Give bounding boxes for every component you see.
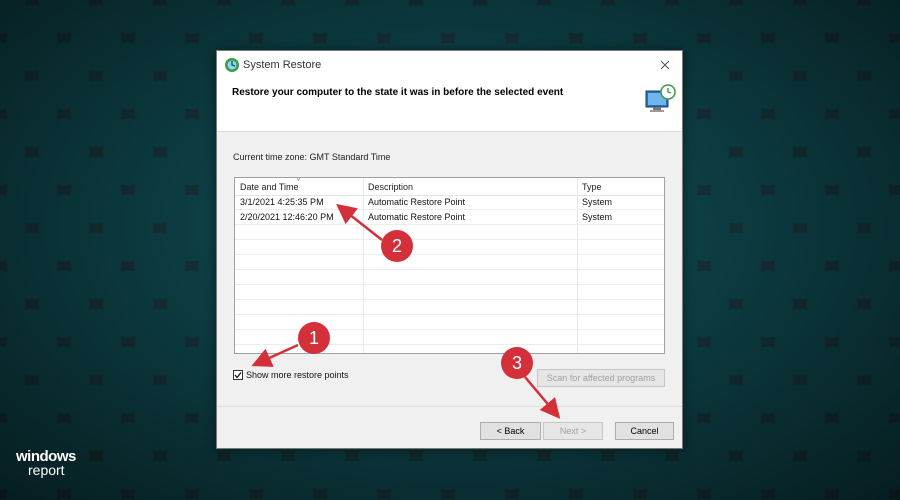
show-more-restore-points[interactable]: Show more restore points bbox=[233, 370, 349, 380]
column-header-type[interactable]: Type bbox=[582, 182, 602, 192]
wizard-footer: < Back Next > Cancel bbox=[217, 406, 682, 448]
close-icon bbox=[660, 60, 670, 70]
restore-points-list[interactable]: Date and Time ˅ Description Type 3/1/202… bbox=[234, 177, 665, 354]
row-description: Automatic Restore Point bbox=[368, 197, 466, 207]
empty-row bbox=[235, 330, 664, 345]
column-header-description[interactable]: Description bbox=[368, 182, 413, 192]
empty-row bbox=[235, 315, 664, 330]
row-description: Automatic Restore Point bbox=[368, 212, 466, 222]
scan-affected-programs-button[interactable]: Scan for affected programs bbox=[537, 369, 665, 387]
empty-row bbox=[235, 270, 664, 285]
back-button[interactable]: < Back bbox=[480, 422, 541, 440]
empty-row bbox=[235, 240, 664, 255]
show-more-label: Show more restore points bbox=[246, 370, 349, 380]
system-restore-window: System Restore Restore your computer to … bbox=[216, 50, 683, 449]
wizard-content: Current time zone: GMT Standard Time Dat… bbox=[217, 132, 682, 404]
system-restore-app-icon bbox=[225, 58, 239, 72]
next-button[interactable]: Next > bbox=[543, 422, 603, 440]
sort-caret-icon: ˅ bbox=[296, 177, 301, 184]
table-row[interactable]: 3/1/2021 4:25:35 PM Automatic Restore Po… bbox=[235, 195, 664, 210]
column-header-date[interactable]: Date and Time bbox=[240, 182, 299, 192]
list-header: Date and Time ˅ Description Type bbox=[235, 178, 664, 196]
windows-report-logo: windows report bbox=[16, 449, 76, 477]
empty-row bbox=[235, 285, 664, 300]
close-button[interactable] bbox=[648, 51, 682, 79]
cancel-button[interactable]: Cancel bbox=[615, 422, 674, 440]
logo-report-text: report bbox=[28, 462, 65, 478]
table-row[interactable]: 2/20/2021 12:46:20 PM Automatic Restore … bbox=[235, 210, 664, 225]
row-type: System bbox=[582, 197, 613, 207]
empty-row bbox=[235, 255, 664, 270]
checkmark-icon bbox=[234, 372, 242, 379]
header-instruction: Restore your computer to the state it wa… bbox=[232, 87, 564, 98]
row-date: 3/1/2021 4:25:35 PM bbox=[240, 197, 324, 207]
show-more-checkbox[interactable] bbox=[233, 370, 243, 380]
title-bar: System Restore bbox=[217, 51, 682, 79]
empty-row bbox=[235, 225, 664, 240]
wizard-header: Restore your computer to the state it wa… bbox=[217, 79, 682, 132]
timezone-label: Current time zone: GMT Standard Time bbox=[233, 152, 391, 162]
empty-row bbox=[235, 300, 664, 315]
restore-computer-icon bbox=[645, 84, 676, 112]
row-type: System bbox=[582, 212, 613, 222]
row-date: 2/20/2021 12:46:20 PM bbox=[240, 212, 334, 222]
window-title: System Restore bbox=[243, 59, 322, 71]
